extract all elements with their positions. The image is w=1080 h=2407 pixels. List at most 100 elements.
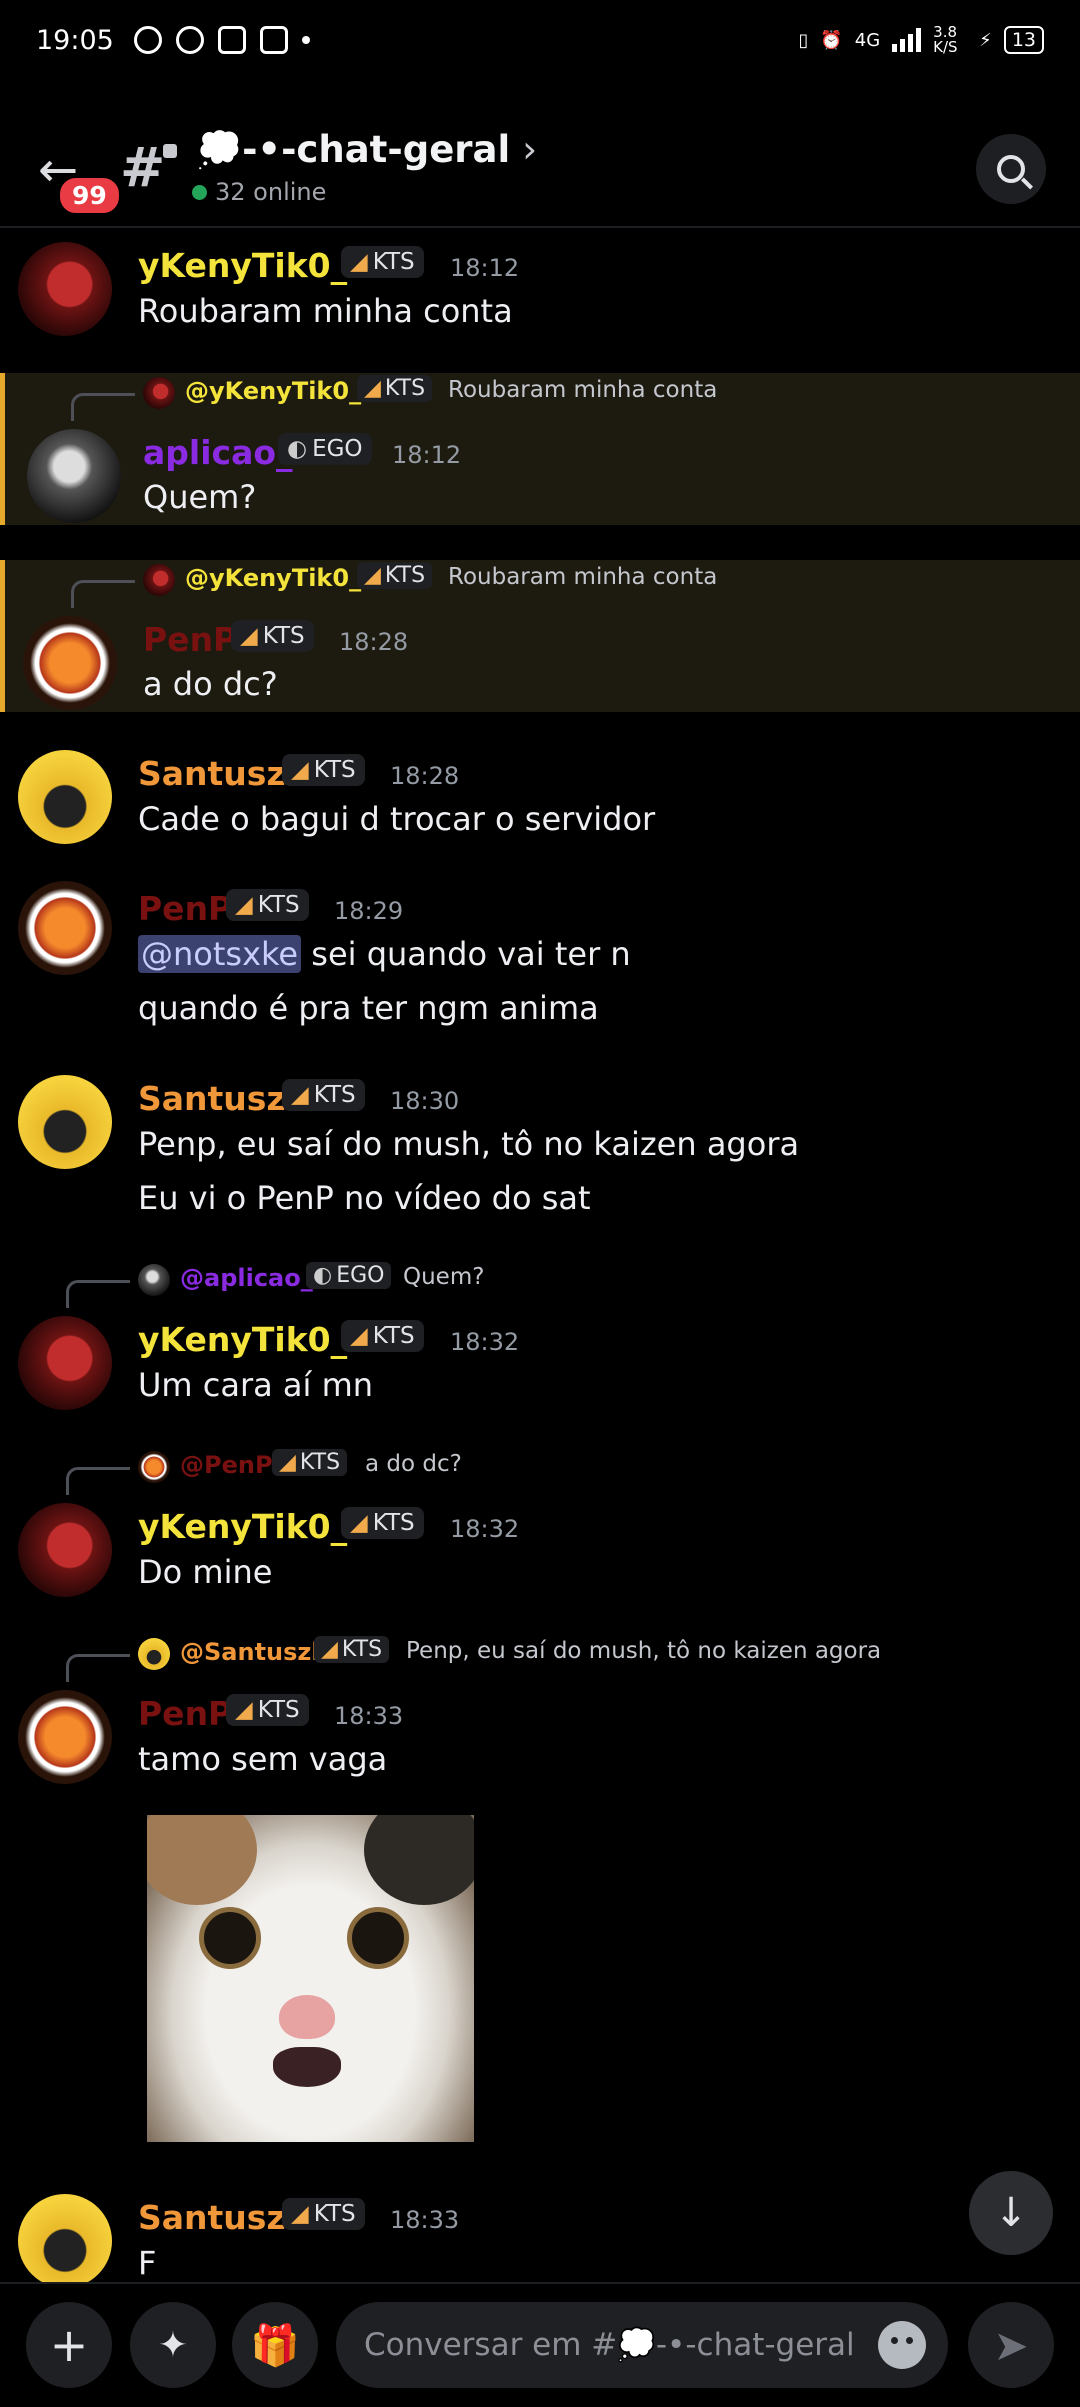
reply-text: Roubaram minha conta bbox=[448, 377, 718, 403]
gift-icon[interactable]: 🎁 bbox=[232, 2302, 318, 2388]
reply-role-tag: ◢ KTS bbox=[272, 1449, 348, 1476]
message-input[interactable]: Conversar em #💭-•-chat-geral bbox=[336, 2302, 948, 2388]
message[interactable]: @PenP ◢ KTS a do dc? yKenyTik0_0 ◢ KTS 18:… bbox=[0, 1447, 1080, 1597]
reply-avatar bbox=[143, 564, 175, 596]
timestamp: 18:12 bbox=[450, 254, 520, 282]
avatar[interactable] bbox=[23, 616, 117, 710]
username[interactable]: yKenyTik0_0 bbox=[138, 246, 370, 285]
notification-icons bbox=[133, 26, 310, 54]
role-tag: ◢ KTS bbox=[341, 246, 424, 278]
timestamp: 18:33 bbox=[334, 1702, 404, 1730]
reply-avatar bbox=[138, 1451, 170, 1483]
timestamp: 18:32 bbox=[450, 1328, 520, 1356]
avatar[interactable] bbox=[27, 429, 121, 523]
reply-username: @Santuszk bbox=[180, 1638, 328, 1666]
message-text: Roubaram minha conta bbox=[138, 292, 513, 330]
username[interactable]: PenP bbox=[143, 620, 237, 659]
reply-text: a do dc? bbox=[365, 1451, 462, 1477]
role-tag: ◐ EGO bbox=[278, 433, 372, 465]
role-tag: ◢ KTS bbox=[282, 754, 365, 786]
timestamp: 18:28 bbox=[390, 762, 460, 790]
message[interactable]: @yKenyTik0_0 ◢ KTS Roubaram minha conta P… bbox=[0, 560, 1080, 712]
lock-icon bbox=[163, 144, 178, 158]
user-mention[interactable]: @notsxke bbox=[138, 935, 302, 973]
avatar[interactable] bbox=[18, 1316, 112, 1410]
message-text: F bbox=[138, 2244, 157, 2282]
sync-icon bbox=[175, 26, 204, 54]
message-text: tamo sem vaga bbox=[138, 1740, 388, 1778]
message-text: Eu vi o PenP no vídeo do sat bbox=[138, 1179, 591, 1217]
avatar[interactable] bbox=[18, 1690, 112, 1784]
message[interactable]: @aplicao_ ◐ EGO Quem? yKenyTik0_0 ◢ KTS 18… bbox=[0, 1260, 1080, 1410]
reply-username: @aplicao_ bbox=[180, 1264, 313, 1292]
message[interactable]: yKenyTik0_0 ◢ KTS 18:12 Roubaram minha co… bbox=[0, 232, 1080, 362]
message[interactable]: Santuszk ◢ KTS 18:30 Penp, eu saí do mush… bbox=[0, 1065, 1080, 1225]
whatsapp-icon bbox=[133, 26, 162, 54]
reply-avatar bbox=[138, 1264, 170, 1296]
send-icon[interactable]: ➤ bbox=[968, 2302, 1054, 2388]
message-text: quando é pra ter ngm anima bbox=[138, 989, 599, 1027]
search-button[interactable] bbox=[976, 134, 1046, 204]
avatar[interactable] bbox=[18, 2194, 112, 2288]
role-tag: ◢ KTS bbox=[341, 1320, 424, 1352]
tiktok-icon bbox=[259, 26, 288, 54]
username[interactable]: yKenyTik0_0 bbox=[138, 1507, 370, 1546]
username[interactable]: aplicao_ bbox=[143, 433, 293, 472]
net-speed: 3.8 K/S bbox=[933, 23, 958, 56]
chevron-right-icon: › bbox=[522, 128, 537, 171]
username[interactable]: yKenyTik0_0 bbox=[138, 1320, 370, 1359]
emoji-icon[interactable] bbox=[878, 2321, 926, 2369]
apps-icon[interactable]: ✦ bbox=[130, 2302, 216, 2388]
message[interactable]: Santuszk ◢ KTS 18:33 F bbox=[0, 2180, 1080, 2288]
message-text: @notsxke sei quando vai ter n bbox=[138, 935, 631, 973]
avatar[interactable] bbox=[18, 1075, 112, 1169]
network-type: 4G bbox=[854, 29, 881, 51]
channel-name: 💭-•-chat-geral bbox=[196, 128, 511, 171]
role-tag: ◢ KTS bbox=[282, 1079, 365, 1111]
online-dot-icon bbox=[192, 184, 207, 200]
status-time: 19:05 bbox=[36, 24, 114, 56]
reply-username: @yKenyTik0_0 bbox=[185, 564, 378, 592]
message-text: Cade o bagui d trocar o servidor bbox=[138, 800, 656, 838]
message[interactable]: Santuszk ◢ KTS 18:28 Cade o bagui d troca… bbox=[0, 740, 1080, 850]
timestamp: 18:29 bbox=[334, 897, 404, 925]
avatar[interactable] bbox=[18, 242, 112, 336]
vibrate-icon: ▯ bbox=[798, 29, 809, 51]
youtube-icon bbox=[217, 26, 246, 54]
search-icon bbox=[997, 155, 1025, 183]
unread-badge: 99 bbox=[56, 174, 123, 217]
reply-role-tag: ◢ KTS bbox=[314, 1636, 390, 1663]
role-tag: ◢ KTS bbox=[226, 1694, 309, 1726]
reply-role-tag: ◢ KTS bbox=[357, 562, 433, 589]
reply-role-tag: ◢ KTS bbox=[357, 375, 433, 402]
system-icons: ▯ ⏰ 4G 3.8 K/S ⚡ 13 bbox=[798, 25, 1044, 55]
reply-text: Penp, eu saí do mush, tô no kaizen agora bbox=[406, 1638, 882, 1664]
composer-bar: + ✦ 🎁 Conversar em #💭-•-chat-geral ➤ bbox=[0, 2282, 1080, 2407]
message[interactable]: @Santuszk ◢ KTS Penp, eu saí do mush, tô … bbox=[0, 1634, 1080, 1784]
message[interactable]: PenP ◢ KTS 18:29 @notsxke sei quando vai … bbox=[0, 875, 1080, 1035]
avatar[interactable] bbox=[18, 1503, 112, 1597]
role-tag: ◢ KTS bbox=[226, 889, 309, 921]
username[interactable]: PenP bbox=[138, 889, 232, 928]
image-attachment[interactable] bbox=[147, 1815, 474, 2142]
more-notifications-icon bbox=[301, 36, 310, 44]
avatar[interactable] bbox=[18, 881, 112, 975]
reply-username: @yKenyTik0_0 bbox=[185, 377, 378, 405]
timestamp: 18:28 bbox=[339, 628, 409, 656]
signal-icon bbox=[892, 28, 922, 52]
message-text: Um cara aí mn bbox=[138, 1366, 374, 1404]
timestamp: 18:33 bbox=[390, 2206, 460, 2234]
reply-avatar bbox=[143, 377, 175, 409]
username[interactable]: PenP bbox=[138, 1694, 232, 1733]
channel-title[interactable]: 💭-•-chat-geral › bbox=[196, 128, 537, 172]
role-tag: ◢ KTS bbox=[341, 1507, 424, 1539]
online-count: 32 online bbox=[192, 178, 326, 206]
scroll-down-icon[interactable]: ↓ bbox=[969, 2171, 1053, 2255]
message-text: Do mine bbox=[138, 1553, 273, 1591]
avatar[interactable] bbox=[18, 750, 112, 844]
message-placeholder: Conversar em #💭-•-chat-geral bbox=[364, 2327, 855, 2363]
message-text: Quem? bbox=[143, 478, 257, 516]
timestamp: 18:12 bbox=[392, 441, 462, 469]
message[interactable]: @yKenyTik0_0 ◢ KTS Roubaram minha conta a… bbox=[0, 373, 1080, 525]
plus-icon[interactable]: + bbox=[26, 2302, 112, 2388]
